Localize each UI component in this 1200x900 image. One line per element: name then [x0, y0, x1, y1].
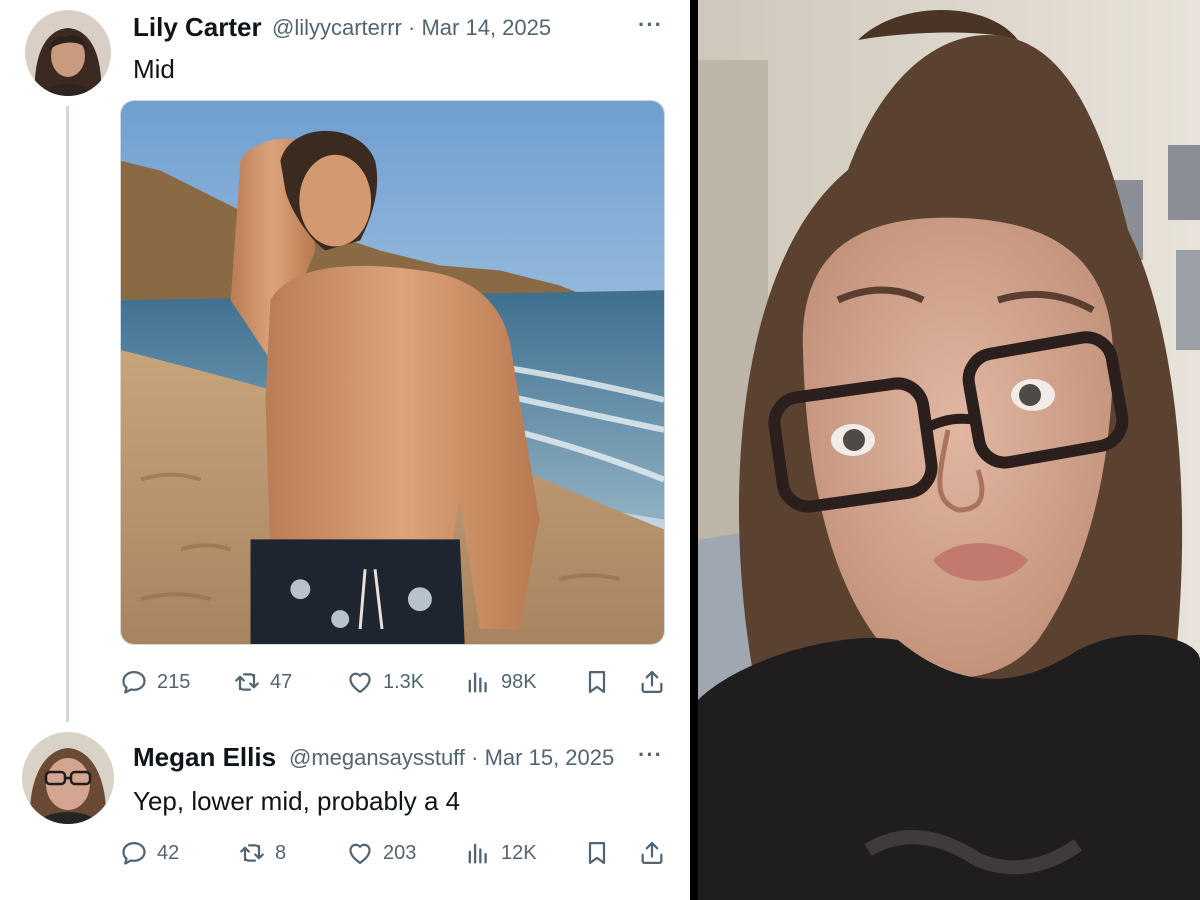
bookmark-icon: [583, 839, 611, 867]
heart-icon: [346, 668, 374, 696]
like-button[interactable]: 1.3K: [346, 668, 424, 696]
reply-button[interactable]: 215: [120, 668, 190, 696]
like-button[interactable]: 203: [346, 839, 416, 867]
views-button[interactable]: 98K: [464, 668, 537, 696]
thread-connector-line: [66, 106, 69, 722]
reply-icon: [120, 668, 148, 696]
panel-divider: [690, 0, 698, 900]
repost-button[interactable]: 47: [233, 668, 292, 696]
meta-separator: ·: [471, 745, 479, 770]
bookmark-button[interactable]: [583, 668, 611, 696]
avatar[interactable]: [22, 732, 114, 824]
repost-button[interactable]: 8: [238, 839, 286, 867]
author-handle[interactable]: @megansaysstuff: [289, 745, 465, 770]
author-name[interactable]: Lily Carter: [133, 12, 262, 43]
reply-count: 215: [157, 670, 191, 693]
tweet-text: Yep, lower mid, probably a 4: [133, 786, 461, 816]
reply-icon: [120, 839, 148, 867]
meta-separator: ·: [408, 15, 416, 40]
author-handle[interactable]: @lilyycarterrr: [272, 15, 402, 40]
repost-count: 47: [270, 670, 293, 693]
share-icon: [638, 668, 666, 696]
author-name[interactable]: Megan Ellis: [133, 742, 276, 773]
repost-icon: [233, 668, 261, 696]
more-options-button[interactable]: ···: [638, 12, 663, 38]
like-count: 203: [383, 841, 417, 864]
tweet-text: Mid: [133, 54, 175, 84]
reply-button[interactable]: 42: [120, 839, 179, 867]
views-icon: [464, 668, 492, 696]
avatar-photo-icon: [25, 10, 111, 96]
tweet-meta: @megansaysstuff · Mar 15, 2025: [289, 745, 614, 771]
tweet-meta: @lilyycarterrr · Mar 14, 2025: [272, 15, 551, 41]
selfie-photo-icon: [698, 0, 1200, 900]
bookmark-icon: [583, 668, 611, 696]
heart-icon: [346, 839, 374, 867]
like-count: 1.3K: [383, 670, 425, 693]
repost-count: 8: [275, 841, 287, 864]
views-count: 98K: [501, 670, 537, 693]
views-icon: [464, 839, 492, 867]
bookmark-button[interactable]: [583, 839, 611, 867]
share-icon: [638, 839, 666, 867]
views-count: 12K: [501, 841, 537, 864]
beach-photo-icon: [121, 101, 664, 644]
avatar-photo-icon: [22, 732, 114, 824]
views-button[interactable]: 12K: [464, 839, 537, 867]
tweet-media[interactable]: [120, 100, 665, 645]
avatar[interactable]: [25, 10, 111, 96]
tweet-date[interactable]: Mar 14, 2025: [421, 15, 551, 40]
tweet-date[interactable]: Mar 15, 2025: [485, 745, 615, 770]
more-options-button[interactable]: ···: [638, 742, 663, 768]
repost-icon: [238, 839, 266, 867]
share-button[interactable]: [638, 668, 666, 696]
selfie-photo: [698, 0, 1200, 900]
reply-count: 42: [157, 841, 180, 864]
tweet-thread: Lily Carter @lilyycarterrr · Mar 14, 202…: [0, 0, 690, 900]
share-button[interactable]: [638, 839, 666, 867]
